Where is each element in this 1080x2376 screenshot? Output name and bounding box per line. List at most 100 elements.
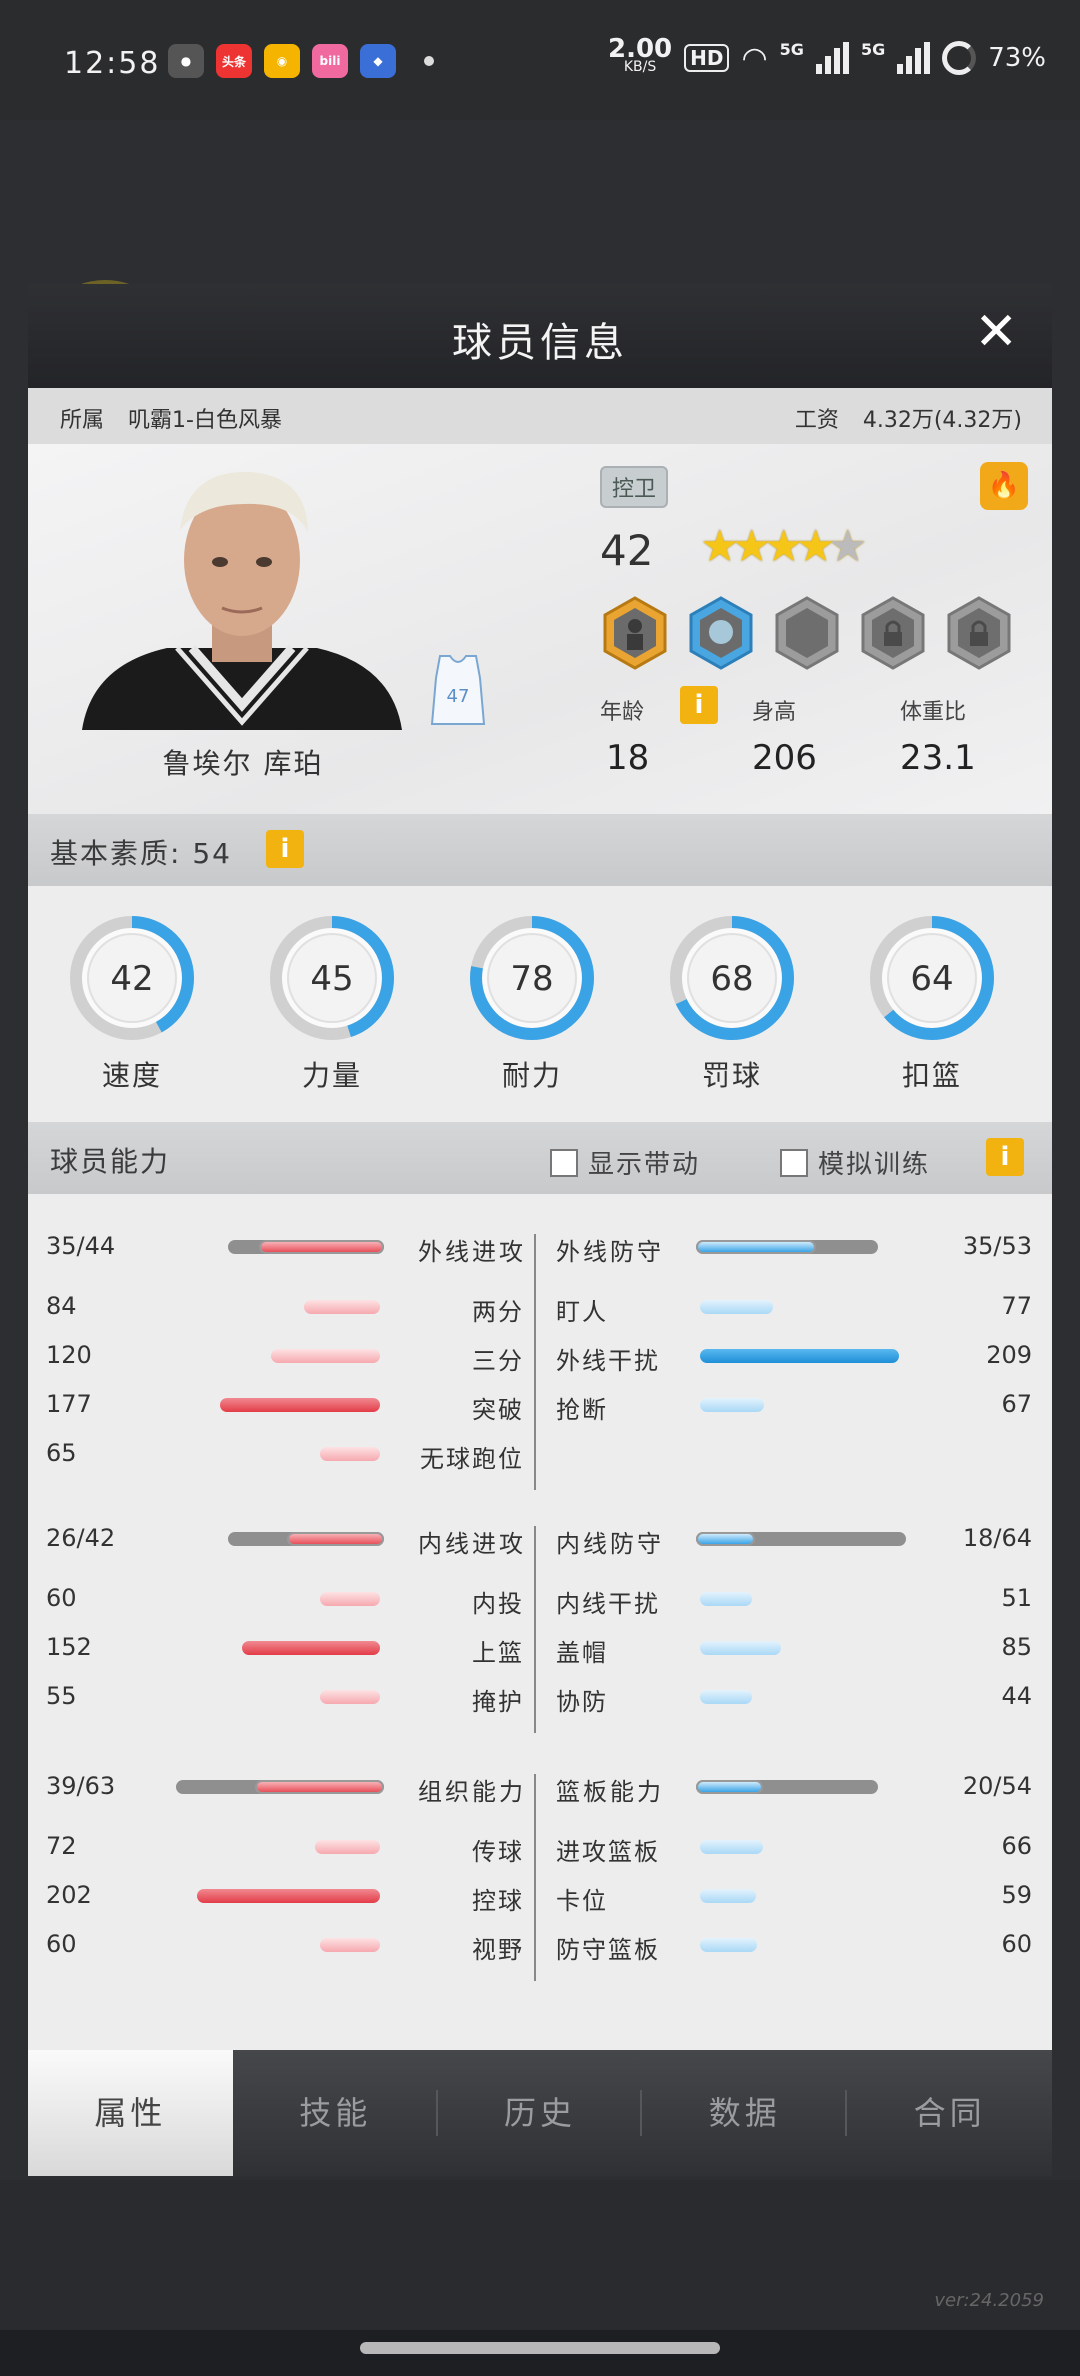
ability-value: 72 bbox=[46, 1832, 77, 1860]
attribute-gauge: 68 bbox=[670, 916, 794, 1040]
attribute-ring: 45 力量 bbox=[266, 912, 398, 1094]
locked-skill-slot-icon[interactable] bbox=[946, 596, 1012, 670]
fire-icon[interactable]: 🔥 bbox=[980, 462, 1028, 510]
ability-label: 内投 bbox=[472, 1590, 524, 1618]
tab-contract[interactable]: 合同 bbox=[847, 2050, 1052, 2176]
attribute-ring: 42 速度 bbox=[66, 912, 198, 1094]
ability-bar-fill bbox=[696, 1780, 764, 1794]
ability-detail-row: 60 内投 内线干扰 51 bbox=[28, 1584, 1052, 1618]
checkbox-box[interactable] bbox=[550, 1148, 578, 1177]
attribute-gauge: 42 bbox=[70, 916, 194, 1040]
ability-value: 202 bbox=[46, 1881, 92, 1909]
attribute-value: 45 bbox=[310, 959, 353, 999]
ability-value: 60 bbox=[46, 1584, 77, 1612]
ability-value: 59 bbox=[1001, 1881, 1032, 1909]
version-label: ver:24.2059 bbox=[934, 2290, 1044, 2311]
ability-score: 39/63 bbox=[46, 1772, 116, 1800]
player-portrait bbox=[82, 471, 402, 730]
ability-detail-row: 55 掩护 协防 44 bbox=[28, 1682, 1052, 1716]
tab-data[interactable]: 数据 bbox=[642, 2050, 848, 2176]
home-indicator[interactable] bbox=[360, 2342, 720, 2354]
ability-label: 两分 bbox=[472, 1298, 524, 1326]
ability-category: 外线防守 bbox=[556, 1238, 664, 1266]
ability-detail-bar bbox=[700, 1840, 763, 1854]
ability-value: 209 bbox=[986, 1341, 1032, 1369]
ability-value: 177 bbox=[46, 1390, 92, 1418]
ability-info-icon[interactable]: i bbox=[986, 1138, 1024, 1176]
ability-detail-bar bbox=[700, 1398, 764, 1412]
ability-score: 35/44 bbox=[46, 1232, 116, 1260]
battery-level: 73% bbox=[988, 43, 1046, 73]
ability-label: 抢断 bbox=[556, 1396, 608, 1424]
attribute-label: 罚球 bbox=[701, 1059, 762, 1092]
wechat-icon: ● bbox=[168, 44, 204, 78]
ability-detail-row: 60 视野 防守篮板 60 bbox=[28, 1930, 1052, 1964]
ability-detail-row: 65 无球跑位 bbox=[28, 1439, 1052, 1473]
ability-value: 55 bbox=[46, 1682, 77, 1710]
ability-label: 三分 bbox=[472, 1347, 524, 1375]
ability-detail-row: 84 两分 盯人 77 bbox=[28, 1292, 1052, 1326]
brain-skill-badge-icon[interactable] bbox=[688, 596, 754, 670]
signal-icon-2 bbox=[897, 42, 931, 74]
tab-attributes[interactable]: 属性 bbox=[28, 2050, 233, 2176]
signal-icon bbox=[815, 42, 849, 74]
team-name: 叽霸1-白色风暴 bbox=[128, 408, 282, 433]
jersey-number: 47 bbox=[447, 686, 470, 707]
ability-value: 44 bbox=[1001, 1682, 1032, 1710]
empty-skill-slot-icon[interactable] bbox=[774, 596, 840, 670]
sim-training-checkbox[interactable]: 模拟训练 bbox=[780, 1144, 930, 1181]
ability-score: 20/54 bbox=[962, 1772, 1032, 1800]
team-label: 所属 bbox=[60, 408, 105, 433]
ability-detail-bar bbox=[320, 1592, 380, 1606]
tab-history[interactable]: 历史 bbox=[438, 2050, 643, 2176]
close-icon[interactable]: ✕ bbox=[974, 306, 1018, 358]
ability-label: 盖帽 bbox=[556, 1639, 608, 1667]
ability-detail-bar bbox=[242, 1641, 380, 1655]
network-type-2: 5G bbox=[860, 40, 886, 59]
dialog-title: 球员信息 bbox=[452, 320, 628, 366]
locked-skill-slot-icon[interactable] bbox=[860, 596, 926, 670]
ability-list: 35/44 外线进攻 外线防守 35/53 84 两分 盯人 77 120 三分 外线干扰 209 17… bbox=[28, 1194, 1052, 2034]
weight-ratio-value: 23.1 bbox=[900, 738, 976, 778]
attribute-gauge: 45 bbox=[270, 916, 394, 1040]
ability-detail-bar bbox=[700, 1938, 758, 1952]
ability-detail-bar bbox=[320, 1938, 380, 1952]
player-info-dialog: 球员信息 ✕ 所属 叽霸1-白色风暴 工资 4.32万(4.32万) 鲁埃尔 库珀 … bbox=[28, 284, 1052, 2176]
show-drive-checkbox[interactable]: 显示带动 bbox=[550, 1144, 700, 1181]
player-rating: 42 bbox=[600, 526, 654, 575]
ability-detail-row: 72 传球 进攻篮板 66 bbox=[28, 1832, 1052, 1866]
tab-skills[interactable]: 技能 bbox=[233, 2050, 438, 2176]
basic-info-icon[interactable]: i bbox=[266, 830, 304, 868]
battery-icon bbox=[942, 41, 977, 75]
network-type: 5G bbox=[779, 40, 804, 59]
more-dot-icon bbox=[424, 56, 434, 66]
ability-value: 51 bbox=[1001, 1584, 1032, 1612]
ability-detail-bar bbox=[219, 1398, 380, 1412]
age-value: 18 bbox=[606, 738, 650, 778]
ability-value: 67 bbox=[1001, 1390, 1032, 1418]
game-app-icon: ◆ bbox=[360, 44, 396, 78]
ability-value: 152 bbox=[46, 1633, 92, 1661]
ability-category: 篮板能力 bbox=[556, 1778, 664, 1806]
weibo-icon: ◉ bbox=[264, 44, 300, 78]
attribute-label: 速度 bbox=[101, 1059, 162, 1092]
ability-category: 组织能力 bbox=[418, 1778, 526, 1806]
ability-detail-bar bbox=[700, 1889, 757, 1903]
status-indicators: 2.00 KB/S HD ◠ 5G 5G 73% bbox=[608, 36, 1046, 76]
sim-training-label: 模拟训练 bbox=[818, 1150, 931, 1180]
weight-ratio-label: 体重比 bbox=[900, 700, 967, 725]
ability-value: 66 bbox=[1001, 1832, 1032, 1860]
ability-label: 外线干扰 bbox=[556, 1347, 660, 1375]
age-info-icon[interactable]: i bbox=[680, 686, 718, 724]
attribute-label: 扣篮 bbox=[901, 1059, 962, 1092]
checkbox-box[interactable] bbox=[780, 1148, 808, 1177]
ability-bar-fill bbox=[696, 1532, 755, 1546]
ability-bar-fill bbox=[255, 1780, 384, 1794]
ability-label: 防守篮板 bbox=[556, 1936, 660, 1964]
player-skill-badge-icon[interactable] bbox=[602, 596, 668, 670]
basic-quality-title: 基本素质: 54 bbox=[50, 837, 232, 870]
attribute-ring: 78 耐力 bbox=[466, 912, 598, 1094]
player-name: 鲁埃尔 库珀 bbox=[162, 747, 324, 780]
ability-value: 120 bbox=[46, 1341, 92, 1369]
ability-detail-bar bbox=[271, 1349, 380, 1363]
